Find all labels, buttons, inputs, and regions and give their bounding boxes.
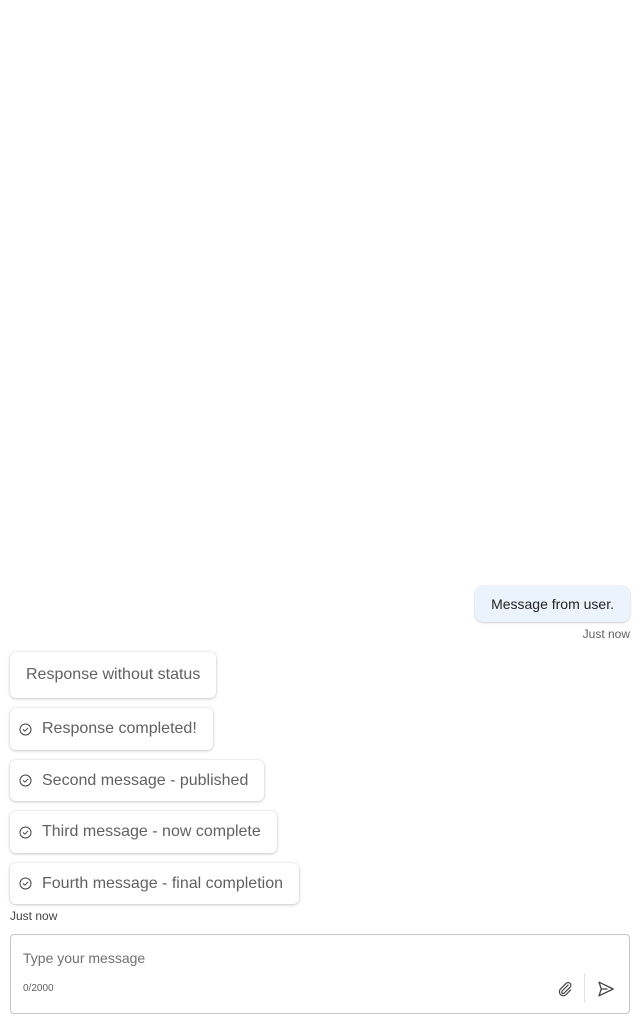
user-message-timestamp: Just now: [582, 627, 630, 641]
bot-message-text: Fourth message - final completion: [42, 874, 283, 892]
attach-button[interactable]: [554, 977, 576, 1001]
bot-message-bubble: Response completed!: [10, 708, 213, 750]
message-composer: 0/2000: [10, 934, 630, 1014]
composer-divider: [584, 973, 585, 1003]
check-circle-icon: [19, 722, 32, 736]
bot-message-bubble: Second message - published: [10, 760, 265, 801]
check-circle-icon: [19, 825, 32, 839]
bot-message-text: Response completed!: [42, 720, 197, 737]
character-count: 0/2000: [23, 983, 54, 994]
check-circle-icon: [19, 774, 32, 787]
user-message-bubble: Message from user.: [475, 586, 630, 622]
bot-message-bubble: Third message - now complete: [10, 811, 277, 853]
user-message-text: Message from user.: [491, 596, 614, 612]
bot-message-bubble: Response without status: [10, 652, 217, 698]
send-icon: [596, 979, 616, 999]
chat-window: Message from user. Just now Response wit…: [0, 0, 640, 1024]
bot-message-bubble: Fourth message - final completion: [10, 863, 299, 904]
send-button[interactable]: [594, 977, 618, 1001]
bot-message-text: Second message - published: [42, 771, 249, 789]
bot-message-timestamp: Just now: [10, 909, 58, 923]
bot-message-text: Response without status: [26, 666, 201, 683]
message-input[interactable]: [23, 949, 613, 967]
bot-message-text: Third message - now complete: [42, 823, 261, 840]
check-circle-icon: [19, 877, 32, 890]
paperclip-icon: [556, 980, 574, 998]
